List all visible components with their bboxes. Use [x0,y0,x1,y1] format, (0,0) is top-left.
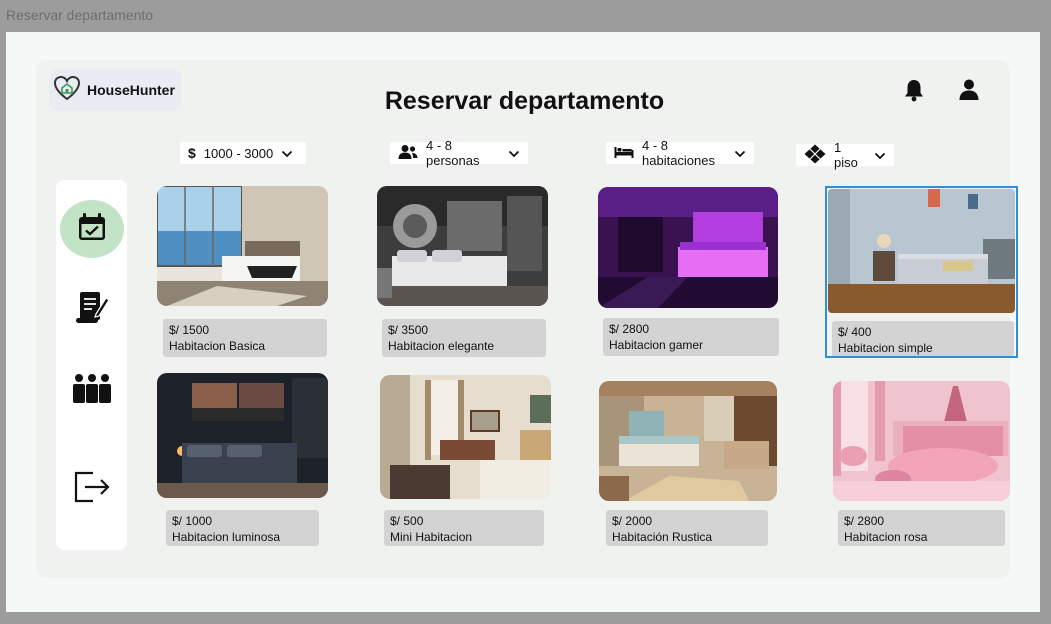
listing-info: $/ 2800 Habitacion gamer [603,318,779,356]
nav-logout[interactable] [56,470,127,509]
listing-price: $/ 500 [390,514,424,528]
dollar-icon: $ [188,145,196,161]
listing-name: Habitacion rosa [844,530,928,544]
logout-icon [73,470,111,509]
document-edit-icon [74,290,110,331]
listing-name: Habitacion elegante [388,339,495,353]
nav-community[interactable] [56,373,127,410]
room-photo [157,186,328,306]
people-filter-dropdown[interactable]: 4 - 8 personas [390,138,528,168]
rooms-filter-dropdown[interactable]: 4 - 8 habitaciones [606,138,754,168]
floor-filter-label: 1 piso [834,140,858,170]
sidebar-nav [56,180,127,550]
floor-filter-dropdown[interactable]: 1 piso [796,140,894,170]
active-nav-highlight [59,200,124,258]
rooms-filter-label: 4 - 8 habitaciones [642,138,715,168]
room-photo [380,375,551,499]
listing-price: $/ 3500 [388,323,429,337]
notifications-bell-icon[interactable] [903,78,925,107]
listing-info: $/ 1000 Habitacion luminosa [166,510,319,546]
listing-price: $/ 1500 [169,323,210,337]
chevron-down-icon [281,146,293,161]
listing-info: $/ 2800 Habitacion rosa [838,510,1005,546]
listing-price: $/ 2800 [844,514,885,528]
window-title: Reservar departamento [6,7,154,23]
listing-name: Habitacion Basica [169,339,266,353]
people-filter-label: 4 - 8 personas [426,138,480,168]
people-icon [398,144,418,163]
listing-price: $/ 2000 [612,514,653,528]
price-filter-label: 1000 - 3000 [203,145,274,161]
listing-name: Mini Habitacion [390,530,473,544]
nav-reservations[interactable] [56,200,127,258]
listing-name: Habitación Rustica [612,530,713,544]
listing-name: Habitacion gamer [609,338,704,352]
nav-contracts[interactable] [56,290,127,331]
listing-info: $/ 3500 Habitacion elegante [382,319,546,357]
chevron-down-icon [734,146,746,161]
floor-tiles-icon [804,144,826,167]
bed-icon [614,145,634,162]
listing-price: $/ 2800 [609,322,650,336]
chevron-down-icon [508,146,520,161]
page-title: Reservar departamento [384,87,665,115]
main-panel: HouseHunter Reservar departamento $ 1000… [36,60,1018,578]
room-photo [598,187,778,308]
listing-info: $/ 500 Mini Habitacion [384,510,544,546]
price-filter-dropdown[interactable]: $ 1000 - 3000 [180,142,306,164]
room-photo [157,373,328,498]
room-photo [599,381,777,501]
group-people-icon [72,373,112,410]
listing-info: $/ 2000 Habitación Rustica [606,510,768,546]
chevron-down-icon [874,148,886,163]
listing-name: Habitacion luminosa [172,530,281,544]
listing-info: $/ 1500 Habitacion Basica [163,319,327,357]
listing-price: $/ 1000 [172,514,213,528]
calendar-check-icon [77,212,107,247]
selected-listing-highlight [825,186,1018,358]
room-photo [833,381,1010,501]
user-profile-icon[interactable] [958,78,980,107]
app-frame: HouseHunter Reservar departamento $ 1000… [6,32,1040,612]
room-photo [377,186,548,306]
